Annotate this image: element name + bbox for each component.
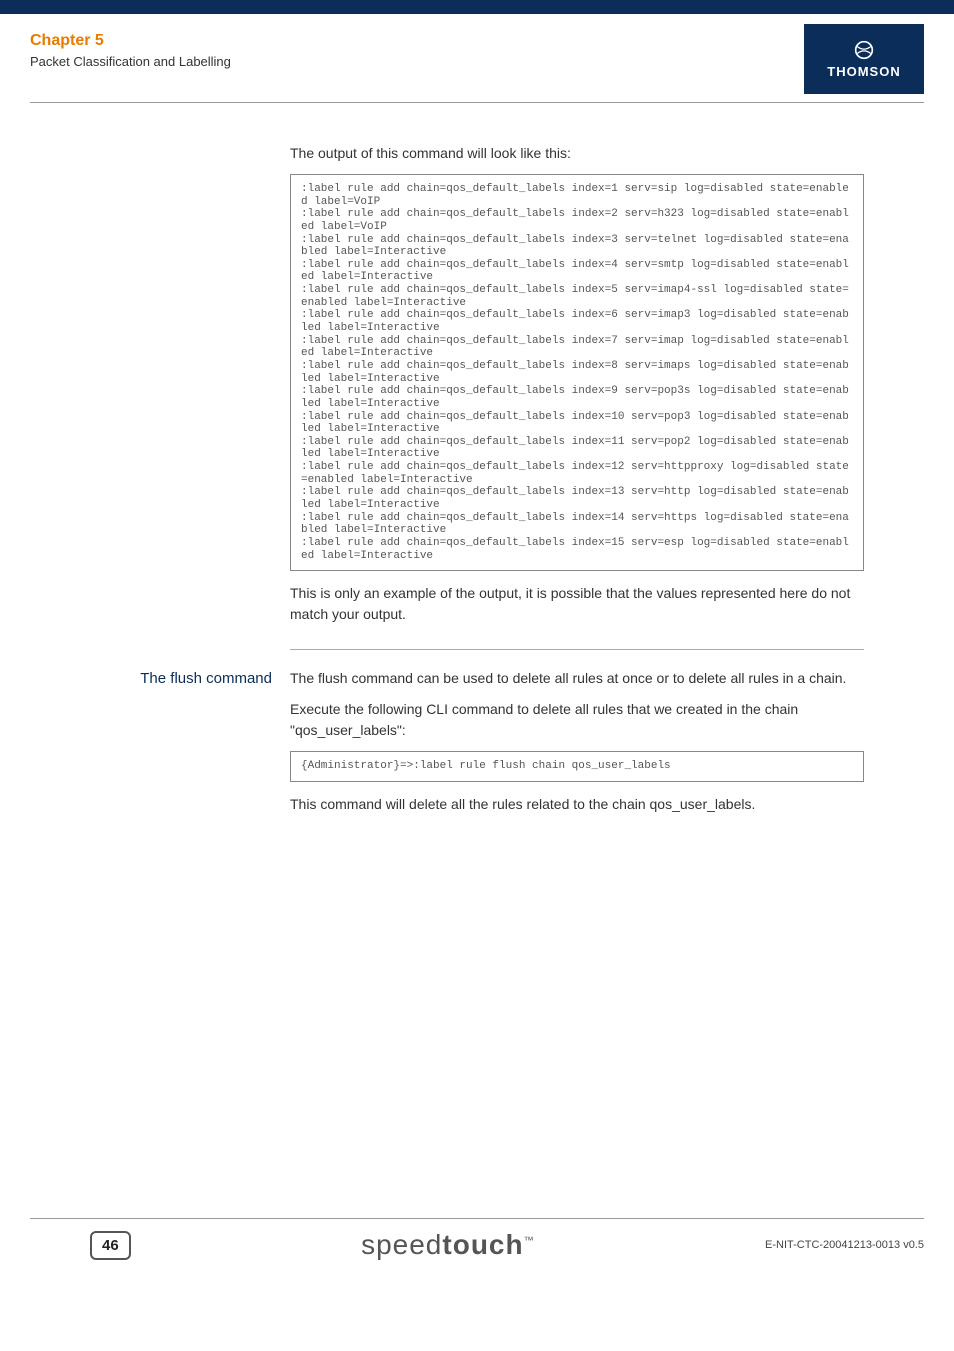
page-header: Chapter 5 Packet Classification and Labe…	[0, 14, 954, 94]
intro-paragraph: The output of this command will look lik…	[290, 143, 864, 164]
footer-rule	[30, 1218, 924, 1219]
document-id: E-NIT-CTC-20041213-0013 v0.5	[765, 1239, 924, 1251]
logo-text: THOMSON	[827, 64, 900, 79]
speedtouch-brand: speedtouch™	[361, 1229, 535, 1261]
chapter-title: Chapter 5	[30, 32, 231, 50]
code-output-block: :label rule add chain=qos_default_labels…	[290, 174, 864, 571]
flush-paragraph-1: The flush command can be used to delete …	[290, 668, 864, 689]
thomson-logo: THOMSON	[804, 24, 924, 94]
section-divider	[290, 649, 864, 650]
code-flush-block: {Administrator}=>:label rule flush chain…	[290, 751, 864, 782]
chapter-subtitle: Packet Classification and Labelling	[30, 54, 231, 69]
flush-paragraph-3: This command will delete all the rules r…	[290, 794, 864, 815]
note-paragraph: This is only an example of the output, i…	[290, 583, 864, 625]
section-heading-flush: The flush command	[120, 668, 290, 825]
thomson-globe-icon	[854, 40, 874, 60]
brand-thin: speed	[361, 1229, 442, 1260]
page-number: 46	[90, 1231, 131, 1260]
page-footer: 46 speedtouch™ E-NIT-CTC-20041213-0013 v…	[0, 1218, 954, 1261]
brand-trademark: ™	[524, 1236, 535, 1247]
top-bar	[0, 0, 954, 14]
page-content: The output of this command will look lik…	[0, 103, 954, 825]
flush-paragraph-2: Execute the following CLI command to del…	[290, 699, 864, 741]
brand-bold: touch	[442, 1229, 523, 1260]
